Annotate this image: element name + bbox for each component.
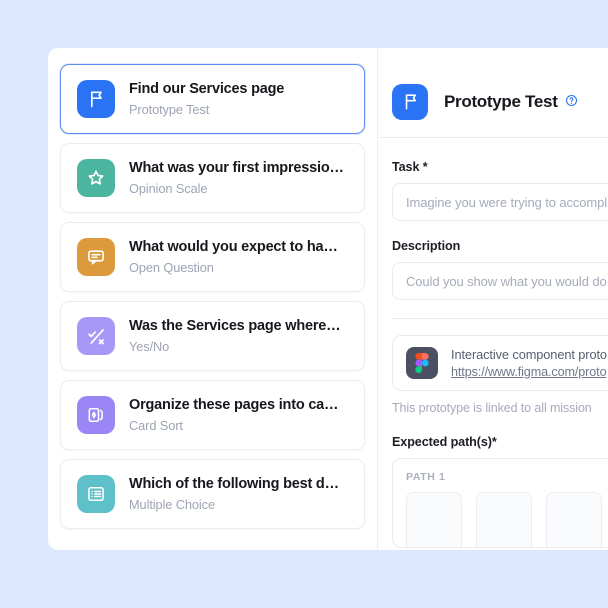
detail-body: Task * Imagine you were trying to accomp… <box>378 138 608 548</box>
expected-paths-label: Expected path(s)* <box>392 435 497 449</box>
question-card-open-question[interactable]: What would you expect to ha… Open Questi… <box>60 222 365 292</box>
question-title: What would you expect to ha… <box>129 239 338 256</box>
page-title: Prototype Test <box>444 91 558 111</box>
help-circle-icon[interactable] <box>565 92 578 112</box>
question-card-yes-no[interactable]: Was the Services page where… Yes/No <box>60 301 365 371</box>
task-input[interactable]: Imagine you were trying to accompl <box>392 183 608 221</box>
section-divider <box>392 318 608 319</box>
question-type: Opinion Scale <box>129 180 208 196</box>
speech-bubble-icon <box>77 238 115 276</box>
detail-header: Prototype Test <box>378 48 608 138</box>
question-card-text: Was the Services page where… Yes/No <box>129 318 340 354</box>
figma-icon <box>406 347 438 379</box>
flag-icon <box>392 83 428 120</box>
question-card-text: What would you expect to ha… Open Questi… <box>129 239 338 275</box>
prototype-link-card[interactable]: Interactive component proto https://www.… <box>392 335 608 391</box>
detail-pane: Prototype Test Task * Imagine you were t… <box>378 48 608 550</box>
question-type: Card Sort <box>129 417 183 433</box>
prototype-name: Interactive component proto <box>451 347 607 362</box>
prototype-url[interactable]: https://www.figma.com/proto <box>451 365 607 379</box>
description-input[interactable]: Could you show what you would do <box>392 262 608 300</box>
path-thumbnail[interactable] <box>406 492 462 547</box>
question-type: Multiple Choice <box>129 496 215 512</box>
question-card-multiple-choice[interactable]: Which of the following best d… Multiple … <box>60 459 365 529</box>
question-card-opinion-scale[interactable]: What was your first impressio… Opinion S… <box>60 143 365 213</box>
check-cross-icon <box>77 317 115 355</box>
path-thumbnail[interactable] <box>476 492 532 547</box>
question-title: Was the Services page where… <box>129 318 341 335</box>
path-thumbnails <box>406 492 608 547</box>
question-title: What was your first impressio… <box>129 160 344 177</box>
question-card-card-sort[interactable]: Organize these pages into ca… Card Sort <box>60 380 365 450</box>
list-icon <box>77 475 115 513</box>
task-label: Task * <box>392 160 428 174</box>
question-title: Organize these pages into ca… <box>129 397 339 414</box>
flag-icon <box>77 80 115 118</box>
path-1-label: PATH 1 <box>406 471 446 483</box>
path-thumbnail[interactable] <box>546 492 602 547</box>
question-title: Find our Services page <box>129 81 285 98</box>
question-type: Yes/No <box>129 338 170 354</box>
prototype-meta: Interactive component proto https://www.… <box>451 347 607 379</box>
question-card-prototype-test[interactable]: Find our Services page Prototype Test <box>60 64 365 134</box>
question-card-text: Which of the following best d… Multiple … <box>129 476 339 512</box>
question-card-text: What was your first impressio… Opinion S… <box>129 160 344 196</box>
card-sort-icon <box>77 396 115 434</box>
expected-paths-box: PATH 1 <box>392 458 608 548</box>
question-title: Which of the following best d… <box>129 476 339 493</box>
description-label: Description <box>392 239 461 253</box>
star-icon <box>77 159 115 197</box>
question-type: Prototype Test <box>129 101 210 117</box>
question-type: Open Question <box>129 259 214 275</box>
app-panel: Find our Services page Prototype Test Wh… <box>48 48 608 550</box>
prototype-note: This prototype is linked to all mission <box>392 401 592 415</box>
question-card-text: Organize these pages into ca… Card Sort <box>129 397 338 433</box>
question-card-text: Find our Services page Prototype Test <box>129 81 284 117</box>
detail-title-group: Prototype Test <box>444 92 578 112</box>
question-list: Find our Services page Prototype Test Wh… <box>48 48 378 550</box>
